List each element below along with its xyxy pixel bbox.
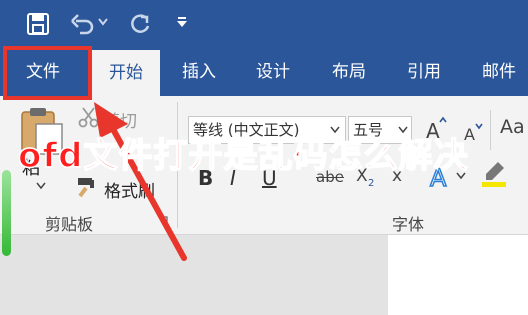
document-page[interactable] [388, 235, 528, 315]
chevron-down-icon[interactable] [98, 18, 108, 26]
highlight-box [3, 46, 92, 100]
redo-icon[interactable] [128, 12, 152, 36]
tab-references[interactable]: 引用 [393, 48, 455, 96]
tab-home[interactable]: 开始 [92, 50, 160, 96]
group-separator [490, 110, 491, 150]
arrow-annotation [94, 102, 187, 261]
quick-access-toolbar [0, 0, 528, 48]
tab-mailings[interactable]: 邮件 [468, 48, 528, 96]
paste-dropdown-icon[interactable] [36, 182, 46, 190]
customize-qat-icon[interactable] [176, 16, 188, 28]
overlay-headline: ofd文件打开是乱码怎么解决 [17, 135, 469, 177]
highlight-icon[interactable] [480, 160, 508, 190]
subscript-small: 2 [368, 178, 375, 189]
change-case-label[interactable]: Aa [500, 116, 525, 138]
tab-layout[interactable]: 布局 [318, 48, 380, 96]
tab-insert[interactable]: 插入 [168, 48, 230, 96]
save-icon[interactable] [27, 13, 49, 35]
scroll-indicator[interactable] [2, 170, 11, 256]
font-group-label: 字体 [392, 215, 425, 234]
tab-design[interactable]: 设计 [242, 48, 304, 96]
undo-icon[interactable] [70, 12, 96, 36]
